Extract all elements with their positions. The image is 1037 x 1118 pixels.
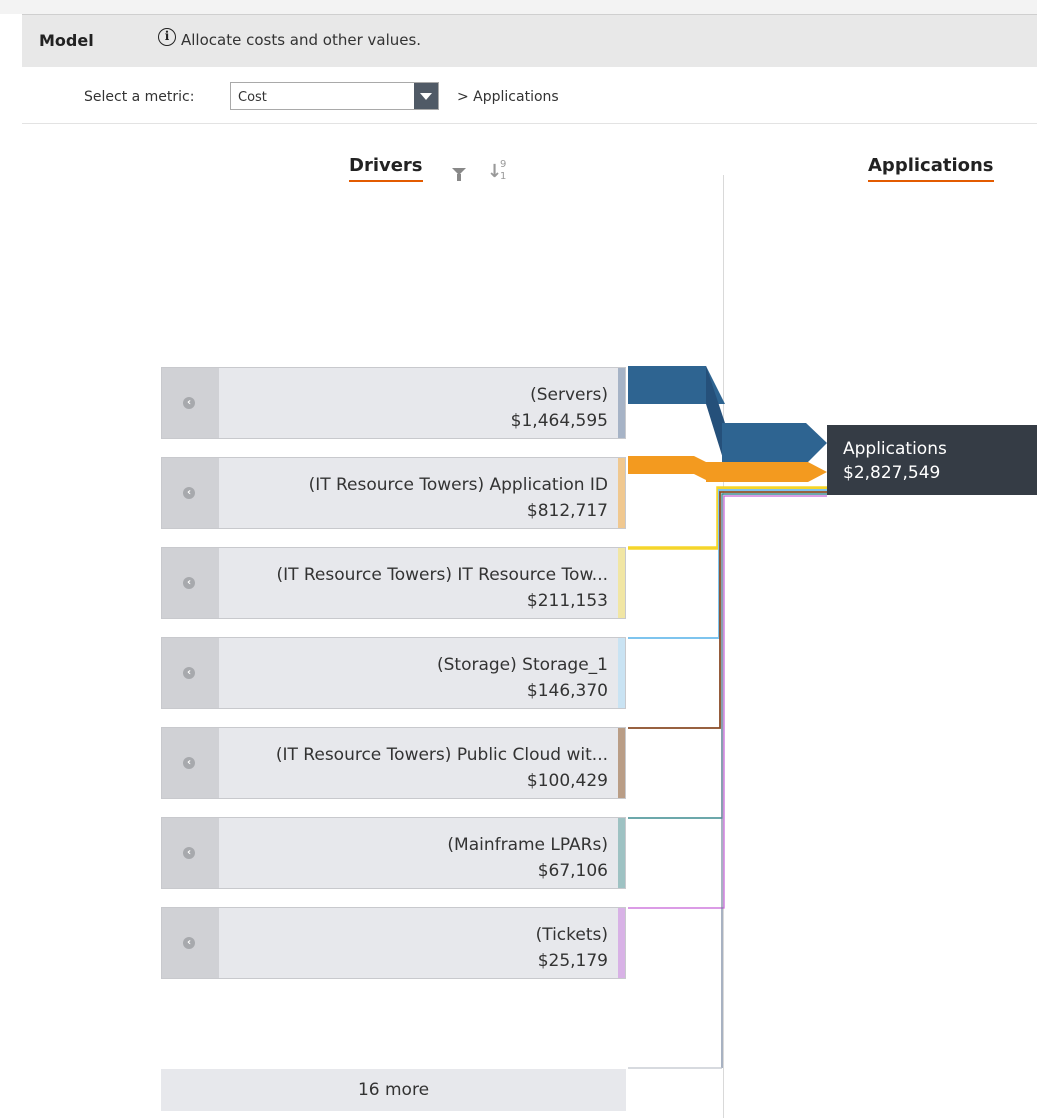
arrow-left-icon: ‹ [183, 847, 195, 859]
driver-value: $100,429 [526, 771, 608, 791]
driver-node[interactable]: ‹ (IT Resource Towers) Public Cloud wit..… [161, 727, 626, 799]
expand-button[interactable]: ‹ [162, 368, 219, 438]
driver-color-stripe [618, 368, 625, 438]
expand-button[interactable]: ‹ [162, 818, 219, 888]
arrow-left-icon: ‹ [183, 757, 195, 769]
driver-name: (Mainframe LPARs) [447, 835, 608, 855]
driver-name: (Storage) Storage_1 [436, 655, 608, 675]
storage-flow [628, 489, 827, 639]
target-label: Applications [843, 439, 947, 459]
driver-value: $25,179 [537, 951, 608, 971]
driver-name: (Servers) [530, 385, 608, 405]
driver-value: $67,106 [537, 861, 608, 881]
driver-color-stripe [618, 458, 625, 528]
driver-color-stripe [618, 638, 625, 708]
driver-value: $211,153 [526, 591, 608, 611]
arrow-left-icon: ‹ [183, 397, 195, 409]
driver-name: (Tickets) [535, 925, 608, 945]
driver-color-stripe [618, 908, 625, 978]
driver-node[interactable]: ‹ (IT Resource Towers) Application ID $812… [161, 457, 626, 529]
driver-name: (IT Resource Towers) IT Resource Tow... [276, 565, 608, 585]
expand-button[interactable]: ‹ [162, 458, 219, 528]
driver-value: $1,464,595 [510, 411, 608, 431]
expand-button[interactable]: ‹ [162, 638, 219, 708]
arrow-left-icon: ‹ [183, 577, 195, 589]
driver-node[interactable]: ‹ (Servers) $1,464,595 [161, 367, 626, 439]
driver-value: $146,370 [526, 681, 608, 701]
app-id-flow-target [706, 462, 827, 482]
expand-button[interactable]: ‹ [162, 908, 219, 978]
driver-color-stripe [618, 728, 625, 798]
arrow-left-icon: ‹ [183, 937, 195, 949]
applications-target-node[interactable]: Applications $2,827,549 [827, 425, 1037, 495]
expand-button[interactable]: ‹ [162, 728, 219, 798]
driver-name: (IT Resource Towers) Application ID [308, 475, 608, 495]
servers-flow-target [722, 423, 827, 464]
expand-button[interactable]: ‹ [162, 548, 219, 618]
driver-node[interactable]: ‹ (Tickets) $25,179 [161, 907, 626, 979]
mainframe-flow [628, 493, 827, 819]
app-id-flow-source [628, 456, 706, 480]
driver-node[interactable]: ‹ (Storage) Storage_1 $146,370 [161, 637, 626, 709]
driver-node[interactable]: ‹ (IT Resource Towers) IT Resource Tow...… [161, 547, 626, 619]
driver-node[interactable]: ‹ (Mainframe LPARs) $67,106 [161, 817, 626, 889]
driver-name: (IT Resource Towers) Public Cloud wit... [275, 745, 608, 765]
arrow-left-icon: ‹ [183, 487, 195, 499]
public-cloud-flow [628, 491, 827, 729]
tickets-flow [628, 495, 827, 909]
target-value: $2,827,549 [843, 463, 941, 483]
driver-color-stripe [618, 548, 625, 618]
it-resource-flow [628, 486, 827, 550]
driver-color-stripe [618, 818, 625, 888]
arrow-left-icon: ‹ [183, 667, 195, 679]
more-drivers-button[interactable]: 16 more [161, 1069, 626, 1111]
driver-value: $812,717 [526, 501, 608, 521]
